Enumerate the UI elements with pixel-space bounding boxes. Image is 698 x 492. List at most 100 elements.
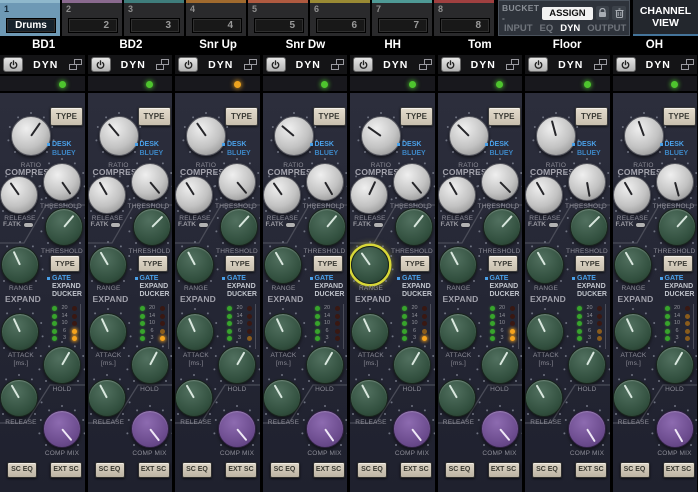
ratio-knob[interactable] (99, 116, 139, 156)
trash-button[interactable] (612, 6, 626, 20)
channel-view-button[interactable]: CHANNEL VIEW (633, 0, 698, 36)
view-tab-input[interactable]: INPUT (502, 23, 535, 34)
comp-type-button[interactable]: TYPE (138, 107, 171, 126)
attack-knob[interactable] (1, 313, 39, 351)
ratio-knob[interactable] (536, 116, 576, 156)
attack-knob[interactable] (264, 313, 302, 351)
popout-icon[interactable] (594, 59, 607, 70)
ratio-knob[interactable] (186, 116, 226, 156)
comp-threshold-knob[interactable] (568, 163, 606, 201)
power-button[interactable] (441, 57, 461, 72)
comp-threshold-knob[interactable] (481, 163, 519, 201)
gate-release-knob[interactable] (525, 379, 563, 417)
power-button[interactable] (3, 57, 23, 72)
power-button[interactable] (353, 57, 373, 72)
gate-release-knob[interactable] (88, 379, 126, 417)
gate-release-knob[interactable] (263, 379, 301, 417)
gate-threshold-knob[interactable] (133, 208, 171, 246)
bucket-tab-5[interactable]: 55 (248, 0, 308, 36)
view-tab-eq[interactable]: EQ (538, 23, 556, 34)
attack-knob[interactable] (176, 313, 214, 351)
comp-threshold-knob[interactable] (306, 163, 344, 201)
comp-type-button[interactable]: TYPE (663, 107, 696, 126)
ext-sc-button[interactable]: EXT SC (50, 462, 82, 478)
sc-eq-button[interactable]: SC EQ (182, 462, 212, 478)
ratio-knob[interactable] (624, 116, 664, 156)
comp-type-button[interactable]: TYPE (488, 107, 521, 126)
sc-eq-button[interactable]: SC EQ (445, 462, 475, 478)
bucket-tab-8[interactable]: 88 (434, 0, 494, 36)
attack-knob[interactable] (614, 313, 652, 351)
hold-knob[interactable] (43, 346, 81, 384)
ratio-knob[interactable] (274, 116, 314, 156)
ratio-knob[interactable] (449, 116, 489, 156)
gate-threshold-knob[interactable] (395, 208, 433, 246)
comp-release-knob[interactable] (263, 176, 301, 214)
gate-type-button[interactable]: TYPE (313, 255, 343, 272)
comp-mix-knob[interactable] (568, 410, 606, 448)
ratio-knob[interactable] (11, 116, 51, 156)
gate-release-knob[interactable] (613, 379, 651, 417)
hold-knob[interactable] (131, 346, 169, 384)
attack-knob[interactable] (89, 313, 127, 351)
comp-mix-knob[interactable] (306, 410, 344, 448)
gate-type-button[interactable]: TYPE (488, 255, 518, 272)
bucket-tab-3[interactable]: 33 (124, 0, 184, 36)
view-tab-dyn[interactable]: DYN (558, 23, 582, 34)
gate-release-knob[interactable] (438, 379, 476, 417)
hold-knob[interactable] (393, 346, 431, 384)
range-knob[interactable] (614, 246, 652, 284)
power-button[interactable] (528, 57, 548, 72)
popout-icon[interactable] (419, 59, 432, 70)
fast-attack-toggle[interactable]: F.ATK (91, 221, 121, 228)
ext-sc-button[interactable]: EXT SC (663, 462, 695, 478)
bucket-tab-7[interactable]: 77 (372, 0, 432, 36)
ext-sc-button[interactable]: EXT SC (575, 462, 607, 478)
fast-attack-toggle[interactable]: F.ATK (616, 221, 646, 228)
comp-mix-knob[interactable] (131, 410, 169, 448)
comp-threshold-knob[interactable] (393, 163, 431, 201)
gate-type-button[interactable]: TYPE (400, 255, 430, 272)
range-knob[interactable] (264, 246, 302, 284)
ext-sc-button[interactable]: EXT SC (138, 462, 170, 478)
gate-threshold-knob[interactable] (658, 208, 696, 246)
fast-attack-toggle[interactable]: F.ATK (3, 221, 33, 228)
bucket-tab-4[interactable]: 44 (186, 0, 246, 36)
comp-threshold-knob[interactable] (43, 163, 81, 201)
comp-threshold-knob[interactable] (131, 163, 169, 201)
comp-threshold-knob[interactable] (218, 163, 256, 201)
attack-knob[interactable] (439, 313, 477, 351)
bucket-tab-2[interactable]: 22 (62, 0, 122, 36)
lock-button[interactable] (596, 6, 610, 20)
bucket-tab-1[interactable]: 1Drums (0, 0, 60, 36)
comp-type-button[interactable]: TYPE (50, 107, 83, 126)
gate-release-knob[interactable] (350, 379, 388, 417)
fast-attack-toggle[interactable]: F.ATK (178, 221, 208, 228)
view-tab-output[interactable]: OUTPUT (585, 23, 628, 34)
gate-release-knob[interactable] (175, 379, 213, 417)
gate-threshold-knob[interactable] (570, 208, 608, 246)
gate-threshold-knob[interactable] (45, 208, 83, 246)
hold-knob[interactable] (656, 346, 694, 384)
assign-button[interactable]: ASSIGN (542, 7, 592, 20)
fast-attack-toggle[interactable]: F.ATK (441, 221, 471, 228)
comp-type-button[interactable]: TYPE (225, 107, 258, 126)
gate-type-button[interactable]: TYPE (50, 255, 80, 272)
popout-icon[interactable] (244, 59, 257, 70)
comp-release-knob[interactable] (0, 176, 38, 214)
gate-threshold-knob[interactable] (483, 208, 521, 246)
power-button[interactable] (91, 57, 111, 72)
gate-type-button[interactable]: TYPE (663, 255, 693, 272)
sc-eq-button[interactable]: SC EQ (95, 462, 125, 478)
gate-threshold-knob[interactable] (220, 208, 258, 246)
fast-attack-toggle[interactable]: F.ATK (528, 221, 558, 228)
comp-mix-knob[interactable] (43, 410, 81, 448)
popout-icon[interactable] (69, 59, 82, 70)
comp-release-knob[interactable] (525, 176, 563, 214)
hold-knob[interactable] (306, 346, 344, 384)
ext-sc-button[interactable]: EXT SC (225, 462, 257, 478)
ext-sc-button[interactable]: EXT SC (313, 462, 345, 478)
ext-sc-button[interactable]: EXT SC (488, 462, 520, 478)
sc-eq-button[interactable]: SC EQ (620, 462, 650, 478)
hold-knob[interactable] (568, 346, 606, 384)
